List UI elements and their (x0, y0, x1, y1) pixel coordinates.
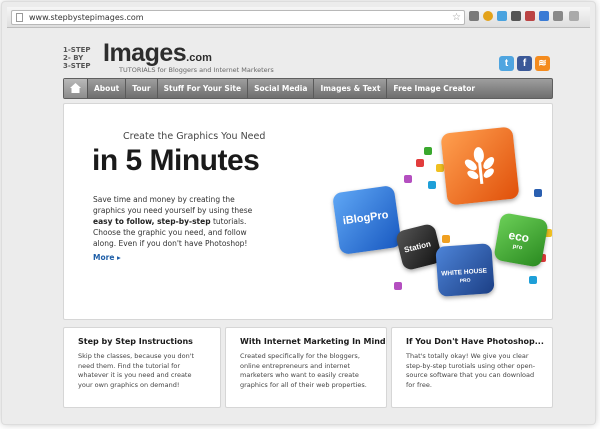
iblogpro-label: iBlogPro (342, 209, 390, 228)
hero-panel: Create the Graphics You Need in 5 Minute… (63, 103, 553, 320)
logo-step-1: 1-STEP (63, 46, 91, 54)
extension-icon[interactable] (511, 11, 521, 21)
card-text: Created specifically for the bloggers, o… (240, 352, 367, 389)
mini-app-icon (416, 159, 424, 167)
mini-app-icon (529, 276, 537, 284)
hero-title: in 5 Minutes (92, 144, 260, 177)
address-bar: www.stepbystepimages.com ☆ (7, 7, 590, 28)
menu-icon[interactable] (569, 11, 579, 21)
station-label: Station (403, 239, 432, 255)
feature-card: If You Don't Have Photoshop... That's to… (391, 327, 553, 408)
rss-icon[interactable]: ≋ (535, 56, 550, 71)
nav-item-free-image-creator[interactable]: Free Image Creator (387, 79, 481, 98)
logo-main-text: Images (103, 39, 187, 67)
card-text: That's totally okay! We give you clear s… (406, 352, 536, 389)
url-field[interactable]: www.stepbystepimages.com ☆ (11, 10, 465, 25)
white-house-pro-label: PRO (459, 277, 471, 285)
logo-step-3: 3-STEP (63, 62, 91, 70)
extension-icon[interactable] (525, 11, 535, 21)
mini-app-icon (424, 147, 432, 155)
white-house-pro-tile: WHITE HOUSE PRO (435, 243, 495, 297)
hero-text-part-1: Save time and money by creating the grap… (93, 195, 253, 215)
extension-icon[interactable] (539, 11, 549, 21)
nav-item-tour[interactable]: Tour (126, 79, 158, 98)
page-body: 1-STEP 2- BY 3-STEP Images.com TUTORIALS… (7, 28, 590, 417)
mini-app-icon (442, 235, 450, 243)
hero-description: Save time and money by creating the grap… (93, 194, 263, 249)
hero-subtitle: Create the Graphics You Need (123, 131, 266, 142)
more-link[interactable]: More ▸ (93, 253, 121, 262)
card-title: With Internet Marketing In Mind (240, 337, 386, 346)
orange-leaf-tile (440, 126, 520, 206)
card-text: Skip the classes, because you don't need… (78, 352, 195, 389)
eco-label: eco (507, 227, 531, 246)
mini-app-icon (534, 189, 542, 197)
logo-tagline: TUTORIALS for Bloggers and Internet Mark… (119, 66, 274, 74)
iblogpro-tile: iBlogPro (331, 184, 403, 256)
browser-window: www.stepbystepimages.com ☆ 1-STEP 2- BY … (7, 7, 590, 417)
card-title: If You Don't Have Photoshop... (406, 337, 544, 346)
mini-app-icon (428, 181, 436, 189)
extension-icon[interactable] (553, 11, 563, 21)
hero-text-bold: easy to follow, step-by-step (93, 217, 211, 226)
mini-app-icon (404, 175, 412, 183)
feature-card: With Internet Marketing In Mind Created … (225, 327, 387, 408)
nav-item-social-media[interactable]: Social Media (248, 79, 315, 98)
nav-item-about[interactable]: About (88, 79, 127, 98)
eco-pro-label: pro (512, 243, 523, 252)
page-icon (16, 13, 23, 22)
nav-items: About Tour Stuff For Your Site Social Me… (88, 79, 481, 98)
bookmark-star-icon[interactable]: ☆ (452, 11, 461, 24)
feature-card: Step by Step Instructions Skip the class… (63, 327, 221, 408)
white-house-label: WHITE HOUSE (440, 267, 488, 278)
nav-home[interactable] (64, 79, 88, 98)
nav-item-images-text[interactable]: Images & Text (314, 79, 388, 98)
extension-icon[interactable] (497, 11, 507, 21)
card-title: Step by Step Instructions (78, 337, 193, 346)
logo-step-2: 2- BY (63, 54, 84, 62)
main-nav: About Tour Stuff For Your Site Social Me… (63, 78, 553, 99)
twitter-icon[interactable]: t (499, 56, 514, 71)
nav-item-stuff-for-your-site[interactable]: Stuff For Your Site (158, 79, 249, 98)
leaf-icon (464, 147, 495, 185)
wrench-icon[interactable] (469, 11, 479, 21)
extension-icon[interactable] (483, 11, 493, 21)
mini-app-icon (394, 282, 402, 290)
url-text: www.stepbystepimages.com (29, 13, 144, 22)
logo-dotcom: .com (186, 52, 212, 64)
home-icon (70, 83, 81, 93)
eco-pro-tile: eco pro (493, 212, 549, 268)
logo-steps: 1-STEP 2- BY 3-STEP (63, 46, 103, 70)
facebook-icon[interactable]: f (517, 56, 532, 71)
logo-wordmark: Images.com (103, 39, 212, 68)
